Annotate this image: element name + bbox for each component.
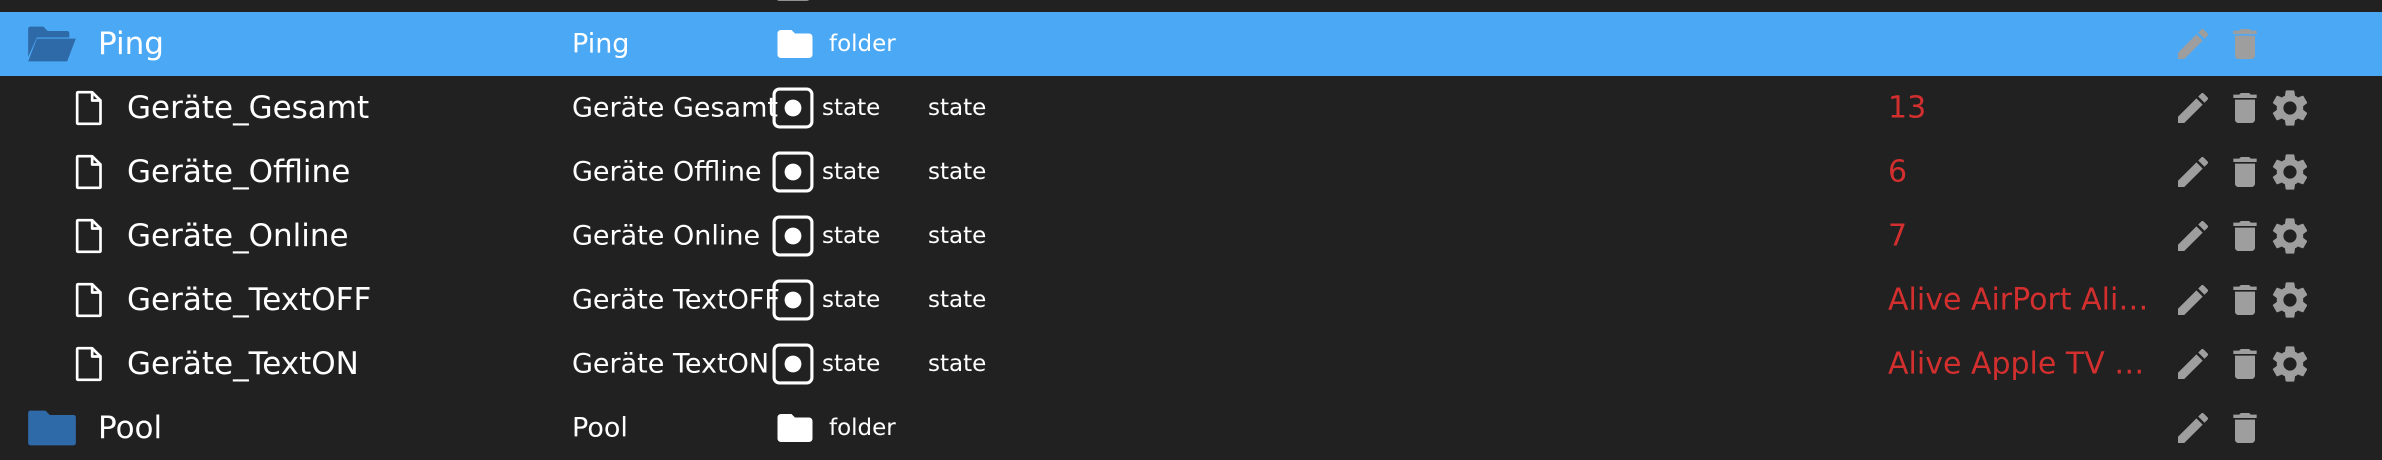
tree-row-state[interactable]: Geräte_Online Geräte Online state state … bbox=[0, 204, 2382, 268]
tree-row-ping[interactable]: Ping Ping folder bbox=[0, 12, 2382, 76]
gear-icon[interactable] bbox=[2268, 86, 2312, 130]
object-role: state bbox=[928, 223, 987, 249]
state-type-icon bbox=[772, 215, 814, 257]
trash-icon[interactable] bbox=[2225, 280, 2265, 320]
tree-row-state[interactable]: Geräte_Gesamt Geräte Gesamt state state … bbox=[0, 76, 2382, 140]
trash-icon[interactable] bbox=[2225, 344, 2265, 384]
pencil-icon[interactable] bbox=[2173, 344, 2213, 384]
tree-row-state[interactable]: Geräte_TextON Geräte TextON state state … bbox=[0, 332, 2382, 396]
state-type-icon bbox=[772, 343, 814, 385]
object-role: state bbox=[928, 159, 987, 185]
tree-row-state[interactable]: Geräte_Offline Geräte Offline state stat… bbox=[0, 140, 2382, 204]
tree-row-state[interactable]: Geräte_TextOFF Geräte TextOFF state stat… bbox=[0, 268, 2382, 332]
pencil-icon[interactable] bbox=[2173, 280, 2213, 320]
object-value[interactable]: Alive AirPort Alive... bbox=[1888, 283, 2163, 318]
state-type-icon bbox=[772, 279, 814, 321]
state-type-icon bbox=[772, 151, 814, 193]
object-type: state bbox=[822, 351, 881, 377]
object-type: state bbox=[822, 287, 881, 313]
object-name: Pool bbox=[98, 410, 163, 446]
object-name: Geräte_TextOFF bbox=[127, 282, 372, 318]
file-icon bbox=[68, 216, 108, 256]
trash-icon[interactable] bbox=[2225, 408, 2265, 448]
file-icon bbox=[68, 280, 108, 320]
folder-icon[interactable] bbox=[26, 408, 78, 448]
file-icon bbox=[68, 88, 108, 128]
pencil-icon[interactable] bbox=[2173, 88, 2213, 128]
object-description: Geräte Online bbox=[572, 220, 761, 252]
pencil-icon[interactable] bbox=[2173, 152, 2213, 192]
file-icon bbox=[68, 152, 108, 192]
object-value[interactable]: 6 bbox=[1888, 155, 1907, 190]
object-role: state bbox=[928, 95, 987, 121]
pencil-icon[interactable] bbox=[2173, 24, 2213, 64]
trash-icon[interactable] bbox=[2225, 88, 2265, 128]
object-type: folder bbox=[829, 31, 896, 57]
object-name: Geräte_Online bbox=[127, 218, 349, 254]
object-role: state bbox=[928, 351, 987, 377]
folder-open-icon[interactable] bbox=[26, 24, 78, 64]
object-type: state bbox=[822, 223, 881, 249]
gear-icon[interactable] bbox=[2268, 342, 2312, 386]
trash-icon[interactable] bbox=[2225, 24, 2265, 64]
object-description: Pool bbox=[572, 412, 628, 444]
state-type-icon bbox=[772, 87, 814, 129]
object-type: state bbox=[822, 159, 881, 185]
object-value[interactable]: 7 bbox=[1888, 219, 1907, 254]
object-name: Ping bbox=[98, 26, 164, 62]
file-icon bbox=[68, 344, 108, 384]
state-type-icon bbox=[772, 0, 814, 1]
pencil-icon[interactable] bbox=[2173, 408, 2213, 448]
gear-icon[interactable] bbox=[2268, 150, 2312, 194]
object-name: Geräte_Gesamt bbox=[127, 90, 370, 126]
object-role: state bbox=[928, 287, 987, 313]
gear-icon[interactable] bbox=[2268, 0, 2312, 2]
object-value[interactable]: 13 bbox=[1888, 91, 1926, 126]
gear-icon[interactable] bbox=[2268, 278, 2312, 322]
trash-icon[interactable] bbox=[2225, 216, 2265, 256]
object-type: state bbox=[822, 95, 881, 121]
gear-icon[interactable] bbox=[2268, 214, 2312, 258]
object-description: Geräte TextON bbox=[572, 348, 770, 380]
tree-row-previous bbox=[0, 0, 2382, 12]
folder-type-icon bbox=[774, 407, 816, 449]
trash-icon[interactable] bbox=[2225, 152, 2265, 192]
object-name: Geräte_Offline bbox=[127, 154, 351, 190]
object-name: Geräte_TextON bbox=[127, 346, 359, 382]
pencil-icon[interactable] bbox=[2173, 216, 2213, 256]
object-description: Geräte Offline bbox=[572, 156, 762, 188]
object-type: folder bbox=[829, 415, 896, 441]
object-description: Geräte TextOFF bbox=[572, 284, 780, 316]
object-description: Ping bbox=[572, 28, 630, 60]
object-description: Geräte Gesamt bbox=[572, 92, 778, 124]
folder-type-icon bbox=[774, 23, 816, 65]
tree-row-pool[interactable]: Pool Pool folder bbox=[0, 396, 2382, 460]
object-value[interactable]: Alive Apple TV Ali... bbox=[1888, 347, 2163, 382]
